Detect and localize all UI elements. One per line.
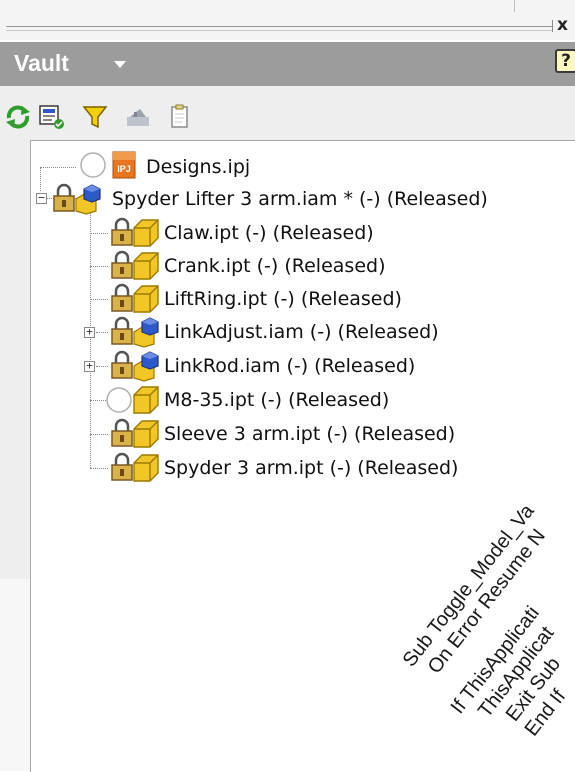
expand-toggle[interactable]: + <box>84 326 95 338</box>
left-margin-lower <box>0 579 30 771</box>
title-strip-line-lower <box>6 30 553 31</box>
part-icon <box>133 454 159 482</box>
tree-row-child[interactable]: Spyder 3 arm.ipt (-) (Released) <box>80 451 575 485</box>
tree-row-label: LinkAdjust.iam (-) (Released) <box>164 321 439 343</box>
tree-row-label: Crank.ipt (-) (Released) <box>164 255 386 277</box>
empty-status-circle-icon <box>80 152 106 178</box>
assembly-icon <box>133 351 159 382</box>
project-file-badge: IPJ <box>117 164 131 174</box>
tree-row-label: LiftRing.ipt (-) (Released) <box>164 288 402 310</box>
tree-row-child[interactable]: Sleeve 3 arm.ipt (-) (Released) <box>80 417 575 451</box>
tree-row-label: Designs.ipj <box>146 156 251 178</box>
tree-row-child[interactable]: + LinkRod.iam (-) (Released) <box>80 349 575 383</box>
tree-row-child[interactable]: Crank.ipt (-) (Released) <box>80 249 575 283</box>
assembly-icon <box>75 184 101 215</box>
title-strip-divider <box>514 0 515 12</box>
vault-toolbar <box>0 86 575 140</box>
chevron-down-icon[interactable] <box>114 61 126 68</box>
assembly-icon <box>133 317 159 348</box>
tree-row-child[interactable]: + LinkAdjust.iam (-) (Released) <box>80 315 575 349</box>
tree-row-label: Claw.ipt (-) (Released) <box>164 222 374 244</box>
tree-row-child[interactable]: M8-35.ipt (-) (Released) <box>80 383 575 417</box>
tree-row-label: Spyder Lifter 3 arm.iam * (-) (Released) <box>112 188 488 210</box>
tree-row-label: M8-35.ipt (-) (Released) <box>164 389 390 411</box>
tree-row-project[interactable]: IPJ Designs.ipj <box>60 150 575 184</box>
tree-row-label: Sleeve 3 arm.ipt (-) (Released) <box>164 423 456 445</box>
refresh-icon[interactable] <box>4 104 32 130</box>
tree-row-child[interactable]: Claw.ipt (-) (Released) <box>80 216 575 250</box>
part-icon <box>133 386 159 414</box>
collapse-toggle[interactable]: − <box>36 192 47 204</box>
tree-row-root-assembly[interactable]: − Spyder Lifter 3 arm.iam * (-) (Release… <box>30 182 575 216</box>
title-strip-line <box>6 26 553 27</box>
tree-row-child[interactable]: LiftRing.ipt (-) (Released) <box>80 282 575 316</box>
window-title-strip: x <box>0 0 575 40</box>
title-strip-cap <box>552 20 553 32</box>
expand-toggle[interactable]: + <box>84 360 95 372</box>
open-drawing-icon[interactable] <box>124 104 152 130</box>
vault-header: Vault ? <box>0 42 575 86</box>
part-icon <box>133 219 159 247</box>
vault-menu-title[interactable]: Vault <box>14 48 69 78</box>
part-icon <box>133 420 159 448</box>
tree-row-label: LinkRod.iam (-) (Released) <box>164 355 416 377</box>
tree-row-label: Spyder 3 arm.ipt (-) (Released) <box>164 457 459 479</box>
part-icon <box>133 285 159 313</box>
clipboard-icon[interactable] <box>166 104 194 130</box>
help-button[interactable]: ? <box>555 49 575 73</box>
close-button[interactable]: x <box>557 14 575 36</box>
filter-icon[interactable] <box>82 104 110 130</box>
check-in-icon[interactable] <box>38 104 66 130</box>
part-icon <box>133 252 159 280</box>
project-file-icon: IPJ <box>112 151 136 179</box>
